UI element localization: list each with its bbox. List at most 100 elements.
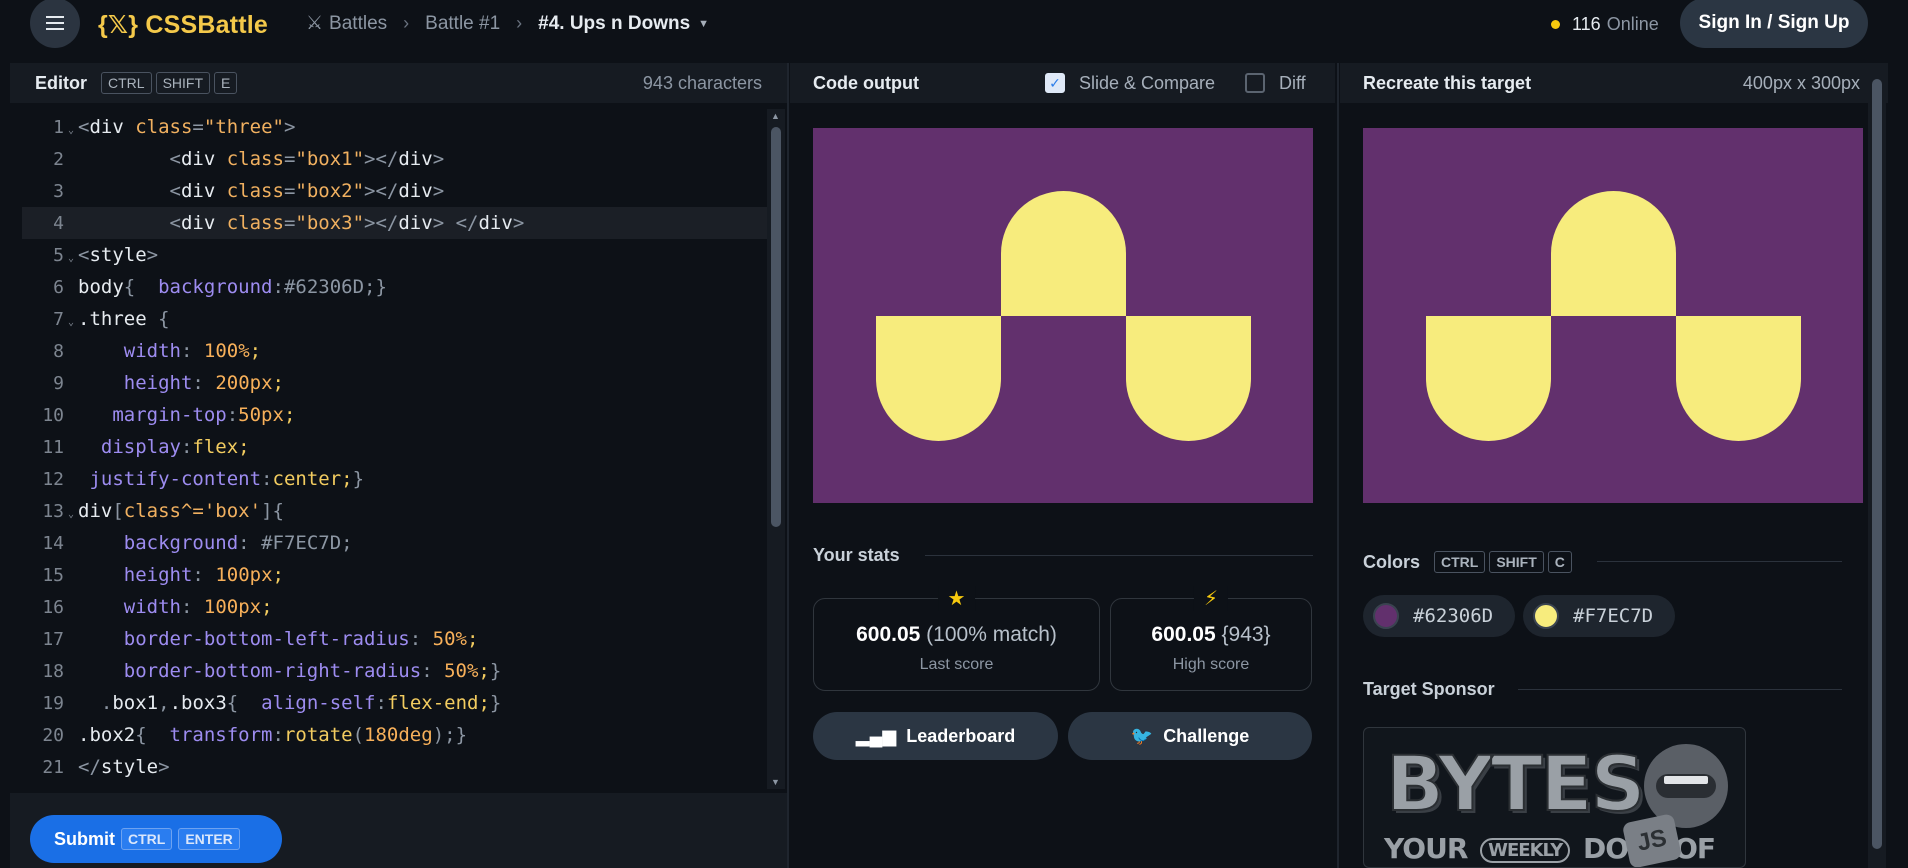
code-line[interactable]: 17 border-bottom-left-radius: 50%; bbox=[10, 623, 767, 655]
top-bar: {𝕏} CSSBattle ⚔ Battles › Battle #1 › #4… bbox=[0, 0, 1908, 48]
colors-heading: Colors CTRL SHIFT C bbox=[1363, 551, 1572, 573]
diff-label: Diff bbox=[1279, 72, 1306, 93]
color-swatch-yellow[interactable]: #F7EC7D bbox=[1523, 595, 1675, 637]
tagline-weekly: WEEKLY bbox=[1480, 837, 1571, 863]
breadcrumb-current-target[interactable]: #4. Ups n Downs bbox=[538, 13, 690, 35]
line-number: 16 bbox=[42, 596, 64, 618]
code-line[interactable]: 9 height: 200px; bbox=[10, 367, 767, 399]
color-swatch-purple[interactable]: #62306D bbox=[1363, 595, 1515, 637]
code-line[interactable]: 15 height: 100px; bbox=[10, 559, 767, 591]
code-text: width: 100%; bbox=[123, 340, 262, 362]
online-count: 116 bbox=[1572, 14, 1601, 34]
high-score-card: ⚡ 600.05 {943} High score bbox=[1110, 586, 1312, 691]
code-output-canvas[interactable] bbox=[813, 128, 1313, 503]
code-line[interactable]: 20 .box2{ transform:rotate(180deg);} bbox=[10, 719, 767, 751]
editor-scrollbar[interactable]: ▲ ▼ bbox=[767, 109, 785, 789]
sponsor-banner[interactable]: BYTES YOUR WEEKLY DOSE OF JS bbox=[1363, 727, 1746, 868]
logo-text: CSSBattle bbox=[145, 11, 269, 39]
fold-arrow-icon[interactable]: ⌄ bbox=[68, 125, 74, 136]
line-number: 15 bbox=[42, 564, 64, 586]
challenge-button[interactable]: 🐦 Challenge bbox=[1068, 712, 1312, 760]
scroll-down-icon[interactable]: ▼ bbox=[771, 777, 780, 787]
last-score-number: 600.05 bbox=[856, 623, 921, 646]
code-text: height: 200px; bbox=[123, 372, 284, 394]
lightning-icon: ⚡ bbox=[1193, 586, 1229, 611]
code-line[interactable]: 13 ⌄ div[class^='box']{ bbox=[10, 495, 767, 527]
code-line[interactable]: 14 background: #F7EC7D; bbox=[10, 527, 767, 559]
line-number: 10 bbox=[42, 404, 64, 426]
target-title: Recreate this target bbox=[1363, 72, 1532, 93]
code-text: div[class^='box']{ bbox=[78, 500, 284, 522]
colors-title: Colors bbox=[1363, 551, 1421, 572]
code-line[interactable]: 10 margin-top:50px; bbox=[10, 399, 767, 431]
kbd-ctrl: CTRL bbox=[1434, 551, 1486, 573]
cssbattle-logo[interactable]: {𝕏} CSSBattle bbox=[98, 10, 268, 40]
fold-arrow-icon[interactable]: ⌄ bbox=[68, 253, 74, 264]
code-line[interactable]: 5 ⌄ <style> bbox=[10, 239, 767, 271]
color-dot-icon bbox=[1373, 603, 1399, 629]
sponsor-logo-text: BYTES bbox=[1385, 739, 1646, 828]
character-count: 943 characters bbox=[642, 72, 762, 93]
divider-line bbox=[1518, 689, 1842, 690]
high-score-chars: {943} bbox=[1221, 623, 1271, 646]
code-text: display:flex; bbox=[100, 436, 250, 458]
code-line[interactable]: 11 display:flex; bbox=[10, 431, 767, 463]
code-line[interactable]: 7 ⌄ .three { bbox=[10, 303, 767, 335]
code-line[interactable]: 2 <div class="box1"></div> bbox=[10, 143, 767, 175]
code-line[interactable]: 12 justify-content:center;} bbox=[10, 463, 767, 495]
code-line-active[interactable]: 4 <div class="box3"></div> </div> bbox=[22, 207, 777, 239]
code-line[interactable]: 1 ⌄ <div class="three"> bbox=[10, 111, 767, 143]
scroll-up-icon[interactable]: ▲ bbox=[771, 111, 780, 121]
editor-scroll-thumb[interactable] bbox=[771, 127, 781, 527]
fold-arrow-icon[interactable]: ⌄ bbox=[68, 509, 74, 520]
high-score-label: High score bbox=[1172, 656, 1250, 673]
chevron-right-icon: › bbox=[516, 13, 523, 33]
divider[interactable] bbox=[787, 63, 789, 868]
js-cube-icon: JS bbox=[1621, 813, 1683, 867]
fold-arrow-icon[interactable]: ⌄ bbox=[68, 317, 74, 328]
code-text: width: 100px; bbox=[123, 596, 273, 618]
kbd-shift: SHIFT bbox=[1489, 551, 1544, 573]
code-line[interactable]: 18 border-bottom-right-radius: 50%;} bbox=[10, 655, 767, 687]
divider[interactable] bbox=[1337, 63, 1339, 868]
code-line[interactable]: 21 </style> bbox=[10, 751, 767, 783]
code-line[interactable]: 8 width: 100%; bbox=[10, 335, 767, 367]
code-line[interactable]: 3 <div class="box2"></div> bbox=[10, 175, 767, 207]
code-editor[interactable]: 1 ⌄ <div class="three"> 2 <div class="box1… bbox=[10, 103, 787, 793]
code-text: <div class="box3"></div> </div> bbox=[169, 212, 525, 234]
page-scrollbar[interactable] bbox=[1868, 63, 1886, 868]
page-scroll-thumb[interactable] bbox=[1872, 79, 1882, 849]
checkbox-unchecked-icon[interactable] bbox=[1245, 73, 1265, 93]
code-line[interactable]: 16 width: 100px; bbox=[10, 591, 767, 623]
target-size: 400px x 300px bbox=[1742, 72, 1860, 93]
caret-down-icon[interactable]: ▼ bbox=[698, 18, 709, 30]
menu-button[interactable] bbox=[30, 0, 80, 48]
line-number: 19 bbox=[42, 692, 64, 714]
line-number: 1 bbox=[53, 116, 64, 138]
line-number: 21 bbox=[42, 756, 64, 778]
submit-button[interactable]: Submit CTRL ENTER bbox=[30, 815, 282, 863]
kbd-shift: SHIFT bbox=[155, 72, 211, 94]
line-number: 6 bbox=[53, 276, 64, 298]
online-dot-icon bbox=[1551, 20, 1560, 29]
challenge-label: Challenge bbox=[1163, 725, 1250, 746]
diff-toggle[interactable]: Diff bbox=[1245, 73, 1306, 94]
sign-in-button[interactable]: Sign In / Sign Up bbox=[1680, 0, 1868, 48]
line-number: 8 bbox=[53, 340, 64, 362]
slide-compare-label: Slide & Compare bbox=[1079, 72, 1216, 93]
slide-compare-toggle[interactable]: ✓ Slide & Compare bbox=[1045, 73, 1215, 94]
code-line[interactable]: 6 body{ background:#62306D;} bbox=[10, 271, 767, 303]
box3-shape bbox=[1125, 315, 1251, 441]
breadcrumb-battle-1[interactable]: Battle #1 bbox=[425, 13, 500, 35]
leaderboard-button[interactable]: ▂▄▆ Leaderboard bbox=[813, 712, 1058, 760]
breadcrumb-battles[interactable]: Battles bbox=[329, 13, 387, 35]
code-line[interactable]: 19 .box1,.box3{ align-self:flex-end;} bbox=[10, 687, 767, 719]
checkbox-checked-icon[interactable]: ✓ bbox=[1045, 73, 1065, 93]
target-header: Recreate this target 400px x 300px bbox=[1340, 63, 1888, 103]
tagline-your: YOUR bbox=[1384, 832, 1468, 865]
box2-shape bbox=[1000, 190, 1126, 316]
last-score-value: 600.05 (100% match) bbox=[814, 623, 1099, 647]
code-text: border-bottom-left-radius: 50%; bbox=[123, 628, 479, 650]
bar-chart-icon: ▂▄▆ bbox=[855, 725, 897, 746]
code-text: <div class="box1"></div> bbox=[169, 148, 445, 170]
